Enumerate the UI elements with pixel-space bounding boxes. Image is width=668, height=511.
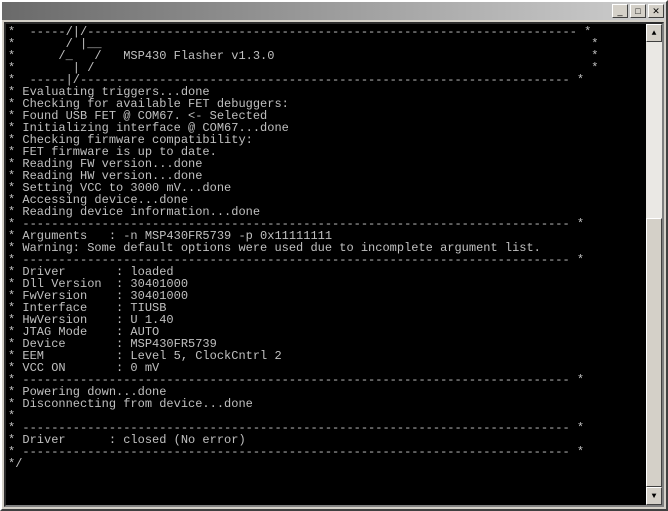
vertical-scrollbar[interactable]: ▲ ▼: [646, 24, 662, 505]
client-area: * -----/|/------------------------------…: [4, 22, 664, 507]
terminal-output: * -----/|/------------------------------…: [6, 24, 646, 505]
close-icon: ✕: [652, 6, 660, 16]
app-window: _ □ ✕ * -----/|/------------------------…: [0, 0, 668, 511]
chevron-up-icon: ▲: [652, 29, 657, 38]
maximize-button[interactable]: □: [630, 4, 646, 18]
minimize-button[interactable]: _: [612, 4, 628, 18]
maximize-icon: □: [635, 6, 640, 16]
titlebar: _ □ ✕: [2, 2, 666, 20]
end-line: */: [8, 457, 22, 471]
scroll-track[interactable]: [646, 42, 662, 487]
minimize-icon: _: [617, 6, 622, 16]
scroll-down-button[interactable]: ▼: [646, 487, 662, 505]
chevron-down-icon: ▼: [652, 492, 657, 501]
scroll-up-button[interactable]: ▲: [646, 24, 662, 42]
close-button[interactable]: ✕: [648, 4, 664, 18]
separator-line: * --------------------------------------…: [8, 445, 584, 459]
scroll-thumb[interactable]: [646, 218, 662, 487]
